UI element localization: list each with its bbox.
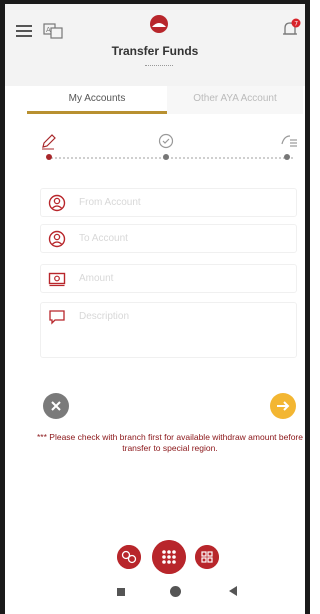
- description-placeholder: Description: [79, 311, 130, 322]
- amount-field[interactable]: Amount: [40, 264, 297, 293]
- notification-bell-icon[interactable]: 7: [280, 18, 302, 40]
- hamburger-menu-icon[interactable]: [16, 25, 32, 37]
- from-account-placeholder: From Account: [79, 197, 141, 208]
- qr-icon[interactable]: [195, 545, 219, 569]
- cash-icon: [48, 272, 66, 287]
- withdraw-note: *** Please check with branch first for a…: [37, 432, 303, 453]
- description-field[interactable]: Description: [40, 302, 297, 358]
- step-dot-3: [284, 154, 290, 160]
- from-account-field[interactable]: From Account: [40, 188, 297, 217]
- user-circle-icon: [48, 230, 66, 248]
- home-icon[interactable]: [170, 586, 181, 597]
- comment-icon: [49, 310, 65, 325]
- to-account-placeholder: To Account: [79, 233, 128, 244]
- swap-icon[interactable]: [117, 545, 141, 569]
- title-underline: [145, 65, 173, 66]
- check-badge-icon: [158, 133, 174, 149]
- step-dot-2: [163, 154, 169, 160]
- step-indicator: [27, 130, 303, 170]
- apps-grid-icon[interactable]: [152, 540, 186, 574]
- to-account-field[interactable]: To Account: [40, 224, 297, 253]
- confirm-list-icon: [281, 135, 297, 147]
- notification-badge: 7: [294, 21, 298, 28]
- tab-other-aya-account[interactable]: Other AYA Account: [167, 86, 303, 114]
- language-icon[interactable]: A: [43, 22, 63, 40]
- user-circle-icon: [48, 194, 66, 212]
- tab-my-accounts[interactable]: My Accounts: [27, 86, 167, 114]
- bank-logo-icon: [150, 15, 168, 33]
- pencil-icon: [42, 134, 56, 150]
- step-dot-1: [46, 154, 52, 160]
- svg-text:A: A: [46, 26, 51, 34]
- page-title: Transfer Funds: [111, 44, 199, 58]
- amount-placeholder: Amount: [79, 273, 114, 284]
- cancel-button[interactable]: [43, 393, 69, 419]
- back-icon[interactable]: [229, 586, 237, 596]
- system-navigation-bar: [5, 575, 305, 614]
- next-button[interactable]: [270, 393, 296, 419]
- step-progress-line: [47, 157, 293, 159]
- app-header: A Transfer Funds 7: [5, 4, 305, 86]
- account-tabs: My Accounts Other AYA Account: [27, 86, 303, 116]
- recent-apps-icon[interactable]: [117, 588, 125, 596]
